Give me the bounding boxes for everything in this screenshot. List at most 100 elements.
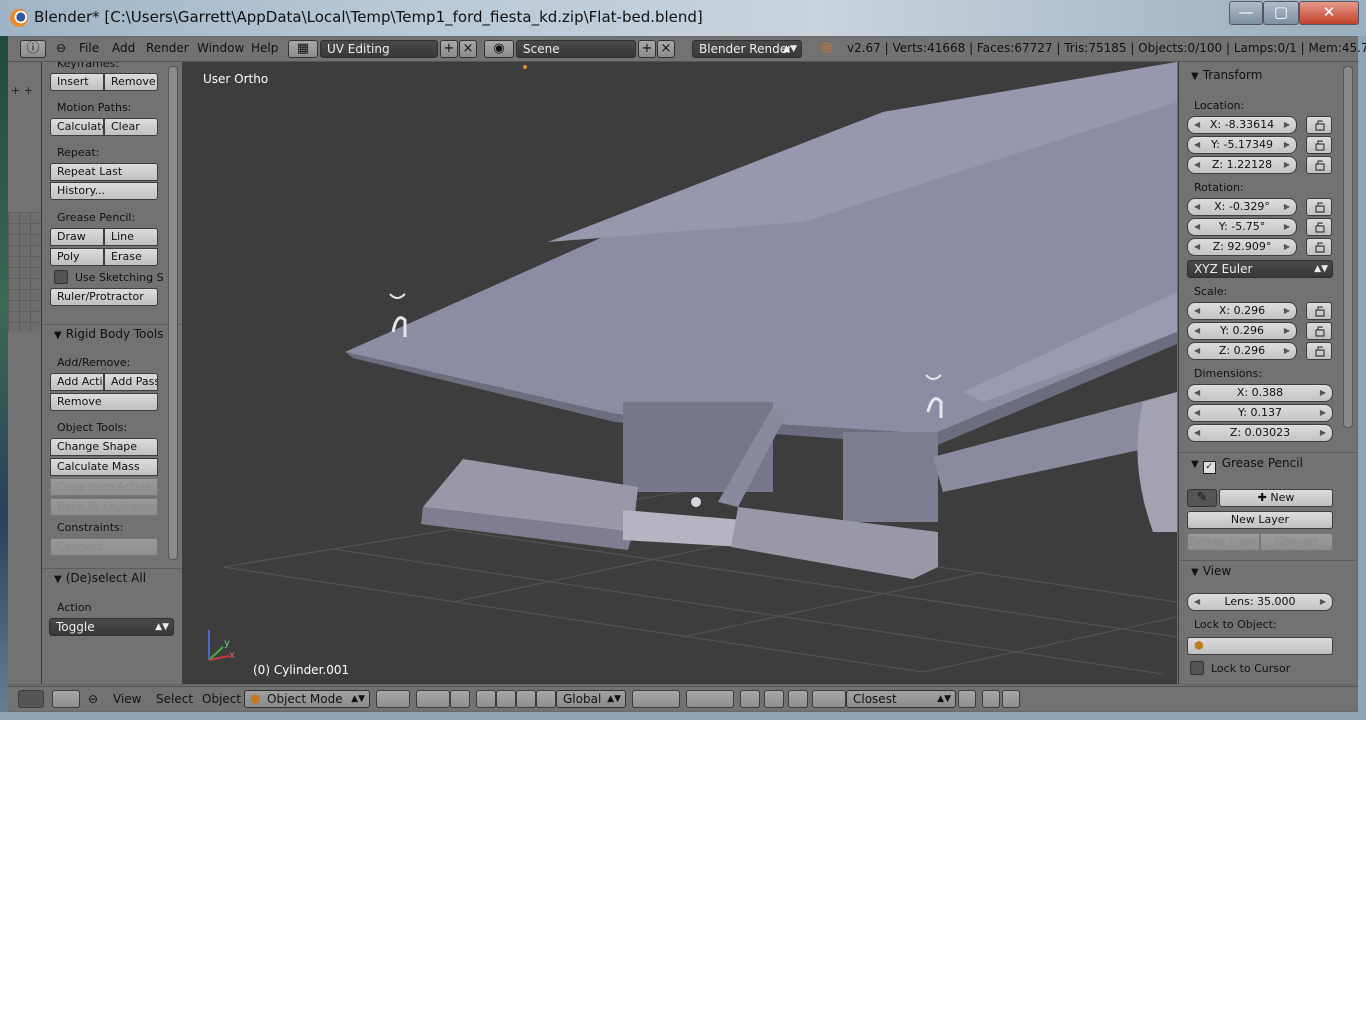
scale-manipulator-icon[interactable] bbox=[536, 690, 556, 708]
copy-from-active-button[interactable]: Copy from Active bbox=[50, 478, 158, 496]
dimensions-y-field[interactable]: ◀ Y: 0.137 ▶ bbox=[1187, 404, 1333, 422]
lock-scale-y-icon[interactable] bbox=[1306, 322, 1332, 340]
menu-help[interactable]: Help bbox=[251, 41, 278, 55]
3d-viewport[interactable]: User Ortho (0) Cylinder.001 y x bbox=[183, 62, 1177, 684]
gp-erase-button[interactable]: Erase bbox=[104, 248, 158, 266]
manipulator-toggle-icon[interactable] bbox=[476, 690, 496, 708]
menu-file[interactable]: File bbox=[79, 41, 99, 55]
layers-grid-2[interactable] bbox=[686, 690, 734, 708]
scale-x-field[interactable]: ◀ X: 0.296 ▶ bbox=[1187, 302, 1297, 320]
snap-target-select[interactable]: Closest ▲▼ bbox=[846, 690, 956, 708]
rotation-x-field[interactable]: ◀ X: -0.329° ▶ bbox=[1187, 198, 1297, 216]
action-select[interactable]: Toggle ▲▼ bbox=[49, 618, 174, 636]
change-shape-button[interactable]: Change Shape bbox=[50, 438, 158, 456]
connect-button[interactable]: Connect bbox=[50, 538, 158, 556]
scene-icon[interactable]: ◉ bbox=[484, 40, 514, 58]
minimize-button[interactable]: — bbox=[1229, 1, 1263, 25]
lock-scale-z-icon[interactable] bbox=[1306, 342, 1332, 360]
lock-rotation-x-icon[interactable] bbox=[1306, 198, 1332, 216]
add-passive-button[interactable]: Add Passi bbox=[104, 373, 158, 391]
scene-select[interactable]: Scene bbox=[516, 40, 636, 58]
gp-new-button[interactable]: ✚ New bbox=[1219, 489, 1333, 507]
repeat-last-button[interactable]: Repeat Last bbox=[50, 163, 158, 181]
rotation-z-field[interactable]: ◀ Z: 92.909° ▶ bbox=[1187, 238, 1297, 256]
rigid-body-tools-header[interactable]: ▼ Rigid Body Tools bbox=[42, 324, 182, 349]
grease-pencil-enable-checkbox[interactable]: ✓ bbox=[1202, 461, 1216, 474]
gp-draw-button[interactable]: Draw bbox=[50, 228, 104, 246]
collapse-menu-icon[interactable]: ⊖ bbox=[56, 41, 66, 55]
snap-element-icon[interactable] bbox=[812, 690, 846, 708]
remove-keyframe-button[interactable]: Remove bbox=[104, 73, 158, 91]
pivot-point-icon[interactable] bbox=[416, 690, 450, 708]
gp-new-layer-button[interactable]: New Layer bbox=[1187, 511, 1333, 529]
lock-location-y-icon[interactable] bbox=[1306, 136, 1332, 154]
use-sketching-checkbox[interactable] bbox=[54, 270, 68, 284]
rotation-mode-select[interactable]: XYZ Euler ▲▼ bbox=[1187, 260, 1333, 278]
lens-field[interactable]: ◀ Lens: 35.000 ▶ bbox=[1187, 593, 1333, 611]
lock-rotation-z-icon[interactable] bbox=[1306, 238, 1332, 256]
location-y-field[interactable]: ◀ Y: -5.17349 ▶ bbox=[1187, 136, 1297, 154]
menu-add[interactable]: Add bbox=[112, 41, 135, 55]
gp-delete-frame-button[interactable]: Delete Frame bbox=[1187, 533, 1260, 551]
opengl-animation-icon[interactable] bbox=[1002, 690, 1020, 708]
screen-layout-icon[interactable]: ▦ bbox=[288, 40, 318, 58]
add-scene-icon[interactable]: + bbox=[638, 40, 656, 58]
transform-orientation-select[interactable]: Global ▲▼ bbox=[556, 690, 626, 708]
scale-z-field[interactable]: ◀ Z: 0.296 ▶ bbox=[1187, 342, 1297, 360]
deselect-all-header[interactable]: ▼ (De)select All bbox=[42, 568, 182, 593]
editor-type-3d-view-icon[interactable] bbox=[52, 690, 80, 708]
history-button[interactable]: History... bbox=[50, 182, 158, 200]
view-header[interactable]: ▼ View bbox=[1179, 560, 1357, 586]
close-button[interactable]: ✕ bbox=[1299, 1, 1359, 25]
align-rotation-icon[interactable] bbox=[958, 690, 976, 708]
rotation-y-field[interactable]: ◀ Y: -5.75° ▶ bbox=[1187, 218, 1297, 236]
maximize-button[interactable]: ▢ bbox=[1263, 1, 1299, 25]
plus-icon[interactable]: + + bbox=[11, 84, 33, 97]
screen-layout-select[interactable]: UV Editing bbox=[320, 40, 438, 58]
pencil-icon[interactable]: ✎ bbox=[1187, 489, 1217, 507]
lock-rotation-y-icon[interactable] bbox=[1306, 218, 1332, 236]
collapse-menu-icon[interactable]: ⊖ bbox=[88, 692, 98, 706]
lock-camera-layers-icon[interactable] bbox=[740, 690, 760, 708]
menu-select[interactable]: Select bbox=[156, 692, 193, 706]
opengl-render-icon[interactable] bbox=[982, 690, 1000, 708]
location-x-field[interactable]: ◀ X: -8.33614 ▶ bbox=[1187, 116, 1297, 134]
editor-type-info-icon[interactable]: ⓘ bbox=[20, 40, 46, 58]
menu-window[interactable]: Window bbox=[197, 41, 244, 55]
menu-view[interactable]: View bbox=[113, 692, 141, 706]
render-engine-select[interactable]: Blender Render ▲▼ bbox=[692, 40, 802, 58]
location-z-field[interactable]: ◀ Z: 1.22128 ▶ bbox=[1187, 156, 1297, 174]
insert-keyframe-button[interactable]: Insert bbox=[50, 73, 104, 91]
bake-to-keyframes-button[interactable]: Bake To Keyframes bbox=[50, 498, 158, 516]
add-layout-icon[interactable]: + bbox=[440, 40, 458, 58]
proportional-edit-icon[interactable] bbox=[764, 690, 784, 708]
menu-object[interactable]: Object bbox=[202, 692, 241, 706]
grease-pencil-header[interactable]: ▼ ✓ Grease Pencil bbox=[1179, 452, 1357, 478]
lock-to-cursor-checkbox[interactable] bbox=[1190, 661, 1204, 675]
lock-to-object-field[interactable]: ⬢ bbox=[1187, 637, 1333, 655]
transform-header[interactable]: ▼ Transform bbox=[1179, 68, 1357, 90]
ruler-protractor-button[interactable]: Ruler/Protractor bbox=[50, 288, 158, 306]
gp-line-button[interactable]: Line bbox=[104, 228, 158, 246]
tool-shelf-scrollbar[interactable] bbox=[168, 66, 178, 560]
viewport-shading-icon[interactable] bbox=[376, 690, 410, 708]
properties-scrollbar[interactable] bbox=[1343, 66, 1353, 428]
menu-render[interactable]: Render bbox=[146, 41, 189, 55]
snap-toggle-icon[interactable] bbox=[788, 690, 808, 708]
delete-scene-icon[interactable]: × bbox=[657, 40, 675, 58]
rotate-manipulator-icon[interactable] bbox=[516, 690, 536, 708]
clear-paths-button[interactable]: Clear bbox=[104, 118, 158, 136]
scale-y-field[interactable]: ◀ Y: 0.296 ▶ bbox=[1187, 322, 1297, 340]
interaction-mode-select[interactable]: ⬢ Object Mode ▲▼ bbox=[244, 690, 370, 708]
delete-layout-icon[interactable]: × bbox=[459, 40, 477, 58]
dimensions-z-field[interactable]: ◀ Z: 0.03023 ▶ bbox=[1187, 424, 1333, 442]
dimensions-x-field[interactable]: ◀ X: 0.388 ▶ bbox=[1187, 384, 1333, 402]
gp-poly-button[interactable]: Poly bbox=[50, 248, 104, 266]
calculate-paths-button[interactable]: Calculate bbox=[50, 118, 104, 136]
layers-grid-1[interactable] bbox=[632, 690, 680, 708]
translate-manipulator-icon[interactable] bbox=[496, 690, 516, 708]
manipulate-center-icon[interactable] bbox=[450, 690, 470, 708]
editor-type-timeline-icon[interactable] bbox=[18, 690, 44, 708]
gp-convert-button[interactable]: Convert bbox=[1260, 533, 1333, 551]
lock-location-z-icon[interactable] bbox=[1306, 156, 1332, 174]
